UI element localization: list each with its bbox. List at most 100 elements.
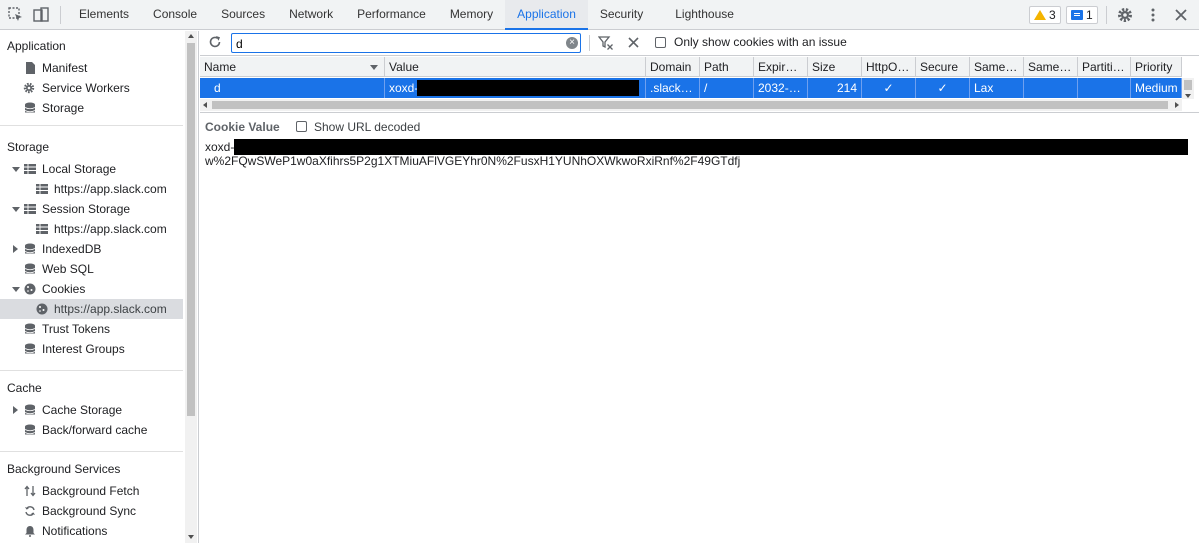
column-header-secure[interactable]: Secure: [916, 57, 970, 77]
tab-console[interactable]: Console: [141, 0, 209, 30]
tab-performance[interactable]: Performance: [345, 0, 438, 30]
cell-secure[interactable]: ✓: [916, 78, 970, 98]
column-header-priority[interactable]: Priority: [1131, 57, 1182, 77]
scroll-down-arrow[interactable]: [1185, 94, 1191, 98]
table-icon: [36, 184, 48, 194]
gear-icon[interactable]: [1116, 6, 1134, 24]
chevron-down-icon[interactable]: [12, 207, 20, 212]
tab-memory[interactable]: Memory: [438, 0, 505, 30]
sidebar-item-label: IndexedDB: [42, 242, 102, 256]
cell-path[interactable]: /: [700, 78, 754, 98]
only-issues-label: Only show cookies with an issue: [674, 35, 847, 49]
cell-sameparty[interactable]: [1024, 78, 1078, 98]
scrollbar-thumb[interactable]: [212, 101, 1168, 109]
database-icon: [24, 102, 36, 113]
tab-lighthouse[interactable]: Lighthouse: [663, 0, 746, 30]
messages-badge[interactable]: 1: [1066, 6, 1098, 24]
column-header-partition-key[interactable]: Partiti…: [1078, 57, 1131, 77]
tab-sources[interactable]: Sources: [209, 0, 277, 30]
clear-filtered-cookies-icon[interactable]: [598, 35, 614, 50]
tab-application[interactable]: Application: [505, 0, 588, 30]
cell-priority[interactable]: Medium: [1131, 78, 1182, 98]
close-icon[interactable]: [1172, 6, 1190, 24]
redaction-block: [417, 80, 639, 96]
table-horizontal-scrollbar[interactable]: [200, 99, 1182, 111]
scrollbar-thumb[interactable]: [1184, 80, 1192, 90]
sidebar-item-cookies-origin[interactable]: https://app.slack.com: [0, 299, 183, 319]
sidebar-item-label: Service Workers: [42, 81, 130, 95]
inspect-element-icon[interactable]: [7, 6, 25, 24]
sidebar-item-session-storage-origin[interactable]: https://app.slack.com: [0, 219, 183, 239]
chevron-down-icon[interactable]: [12, 167, 20, 172]
scrollbar-thumb[interactable]: [187, 43, 195, 416]
chevron-right-icon[interactable]: [13, 245, 18, 253]
sidebar-item-cookies[interactable]: Cookies: [0, 279, 183, 299]
column-header-httponly[interactable]: HttpO…: [862, 57, 916, 77]
more-options-icon[interactable]: [1144, 6, 1162, 24]
cell-httponly[interactable]: ✓: [862, 78, 916, 98]
cookie-value-line2: w%2FQwSWeP1w0aXfihrs5P2g1XTMiuAFlVGEYhr0…: [205, 154, 741, 168]
sidebar-item-session-storage[interactable]: Session Storage: [0, 199, 183, 219]
cookie-filter-input[interactable]: [231, 33, 581, 53]
sidebar-item-storage[interactable]: Storage: [0, 98, 183, 118]
toolbar-divider: [589, 35, 590, 51]
cell-partition-key[interactable]: [1078, 78, 1131, 98]
table-vertical-scrollbar[interactable]: [1182, 78, 1194, 99]
sidebar-item-bfcache[interactable]: Back/forward cache: [0, 420, 183, 440]
scroll-right-arrow[interactable]: [1175, 102, 1179, 108]
sidebar-item-manifest[interactable]: Manifest: [0, 58, 183, 78]
column-header-path[interactable]: Path: [700, 57, 754, 77]
sidebar-item-cache-storage[interactable]: Cache Storage: [0, 400, 183, 420]
column-header-expires[interactable]: Expir…: [754, 57, 808, 77]
table-icon: [24, 204, 36, 214]
up-down-arrows-icon: [24, 485, 36, 497]
sidebar-item-indexeddb[interactable]: IndexedDB: [0, 239, 183, 259]
tab-security[interactable]: Security: [588, 0, 663, 30]
column-header-samesite[interactable]: Same…: [970, 57, 1024, 77]
sidebar-item-service-workers[interactable]: Service Workers: [0, 78, 183, 98]
chevron-right-icon[interactable]: [13, 406, 18, 414]
chevron-down-icon[interactable]: [12, 287, 20, 292]
tab-network[interactable]: Network: [277, 0, 345, 30]
database-icon: [24, 263, 36, 274]
warnings-badge[interactable]: 3: [1029, 6, 1061, 24]
cookies-table: Name Value Domain Path Expir… Size HttpO…: [200, 57, 1199, 113]
sidebar-item-notifications[interactable]: Notifications: [0, 521, 183, 541]
sidebar-item-background-fetch[interactable]: Background Fetch: [0, 481, 183, 501]
sidebar-item-interest-groups[interactable]: Interest Groups: [0, 339, 183, 359]
sidebar-item-label: Web SQL: [42, 262, 94, 276]
sidebar-item-local-storage-origin[interactable]: https://app.slack.com: [0, 179, 183, 199]
cell-samesite[interactable]: Lax: [970, 78, 1024, 98]
sidebar-item-trust-tokens[interactable]: Trust Tokens: [0, 319, 183, 339]
column-header-name[interactable]: Name: [200, 57, 385, 77]
cell-domain[interactable]: .slack…: [646, 78, 700, 98]
column-header-domain[interactable]: Domain: [646, 57, 700, 77]
column-header-size[interactable]: Size: [808, 57, 862, 77]
sidebar-scrollbar[interactable]: [185, 31, 197, 543]
sidebar-item-label: Storage: [42, 101, 85, 115]
toolbar-divider: [60, 6, 61, 24]
sidebar-item-websql[interactable]: Web SQL: [0, 259, 183, 279]
scroll-up-arrow[interactable]: [188, 34, 194, 38]
device-toolbar-icon[interactable]: [32, 6, 50, 24]
cell-name[interactable]: d: [200, 78, 385, 98]
cell-expires[interactable]: 2032-…: [754, 78, 808, 98]
sidebar-item-label: Background Sync: [42, 504, 137, 518]
cookies-panel: × Only show cookies with an issue Name V…: [200, 31, 1199, 543]
sidebar-item-label: Session Storage: [42, 202, 131, 216]
column-header-value[interactable]: Value: [385, 57, 646, 77]
scroll-down-arrow[interactable]: [188, 535, 194, 539]
column-header-sameparty[interactable]: Same…: [1024, 57, 1078, 77]
refresh-icon[interactable]: [208, 35, 222, 49]
tab-elements[interactable]: Elements: [67, 0, 141, 30]
database-icon: [24, 404, 36, 415]
cell-size[interactable]: 214: [808, 78, 862, 98]
show-url-decoded-checkbox[interactable]: [296, 121, 307, 132]
sidebar-item-background-sync[interactable]: Background Sync: [0, 501, 183, 521]
database-icon: [24, 343, 36, 354]
clear-filter-icon[interactable]: ×: [566, 37, 578, 49]
delete-all-icon[interactable]: [628, 37, 639, 48]
scroll-left-arrow[interactable]: [203, 102, 207, 108]
sidebar-item-local-storage[interactable]: Local Storage: [0, 159, 183, 179]
only-issues-checkbox[interactable]: [655, 37, 666, 48]
